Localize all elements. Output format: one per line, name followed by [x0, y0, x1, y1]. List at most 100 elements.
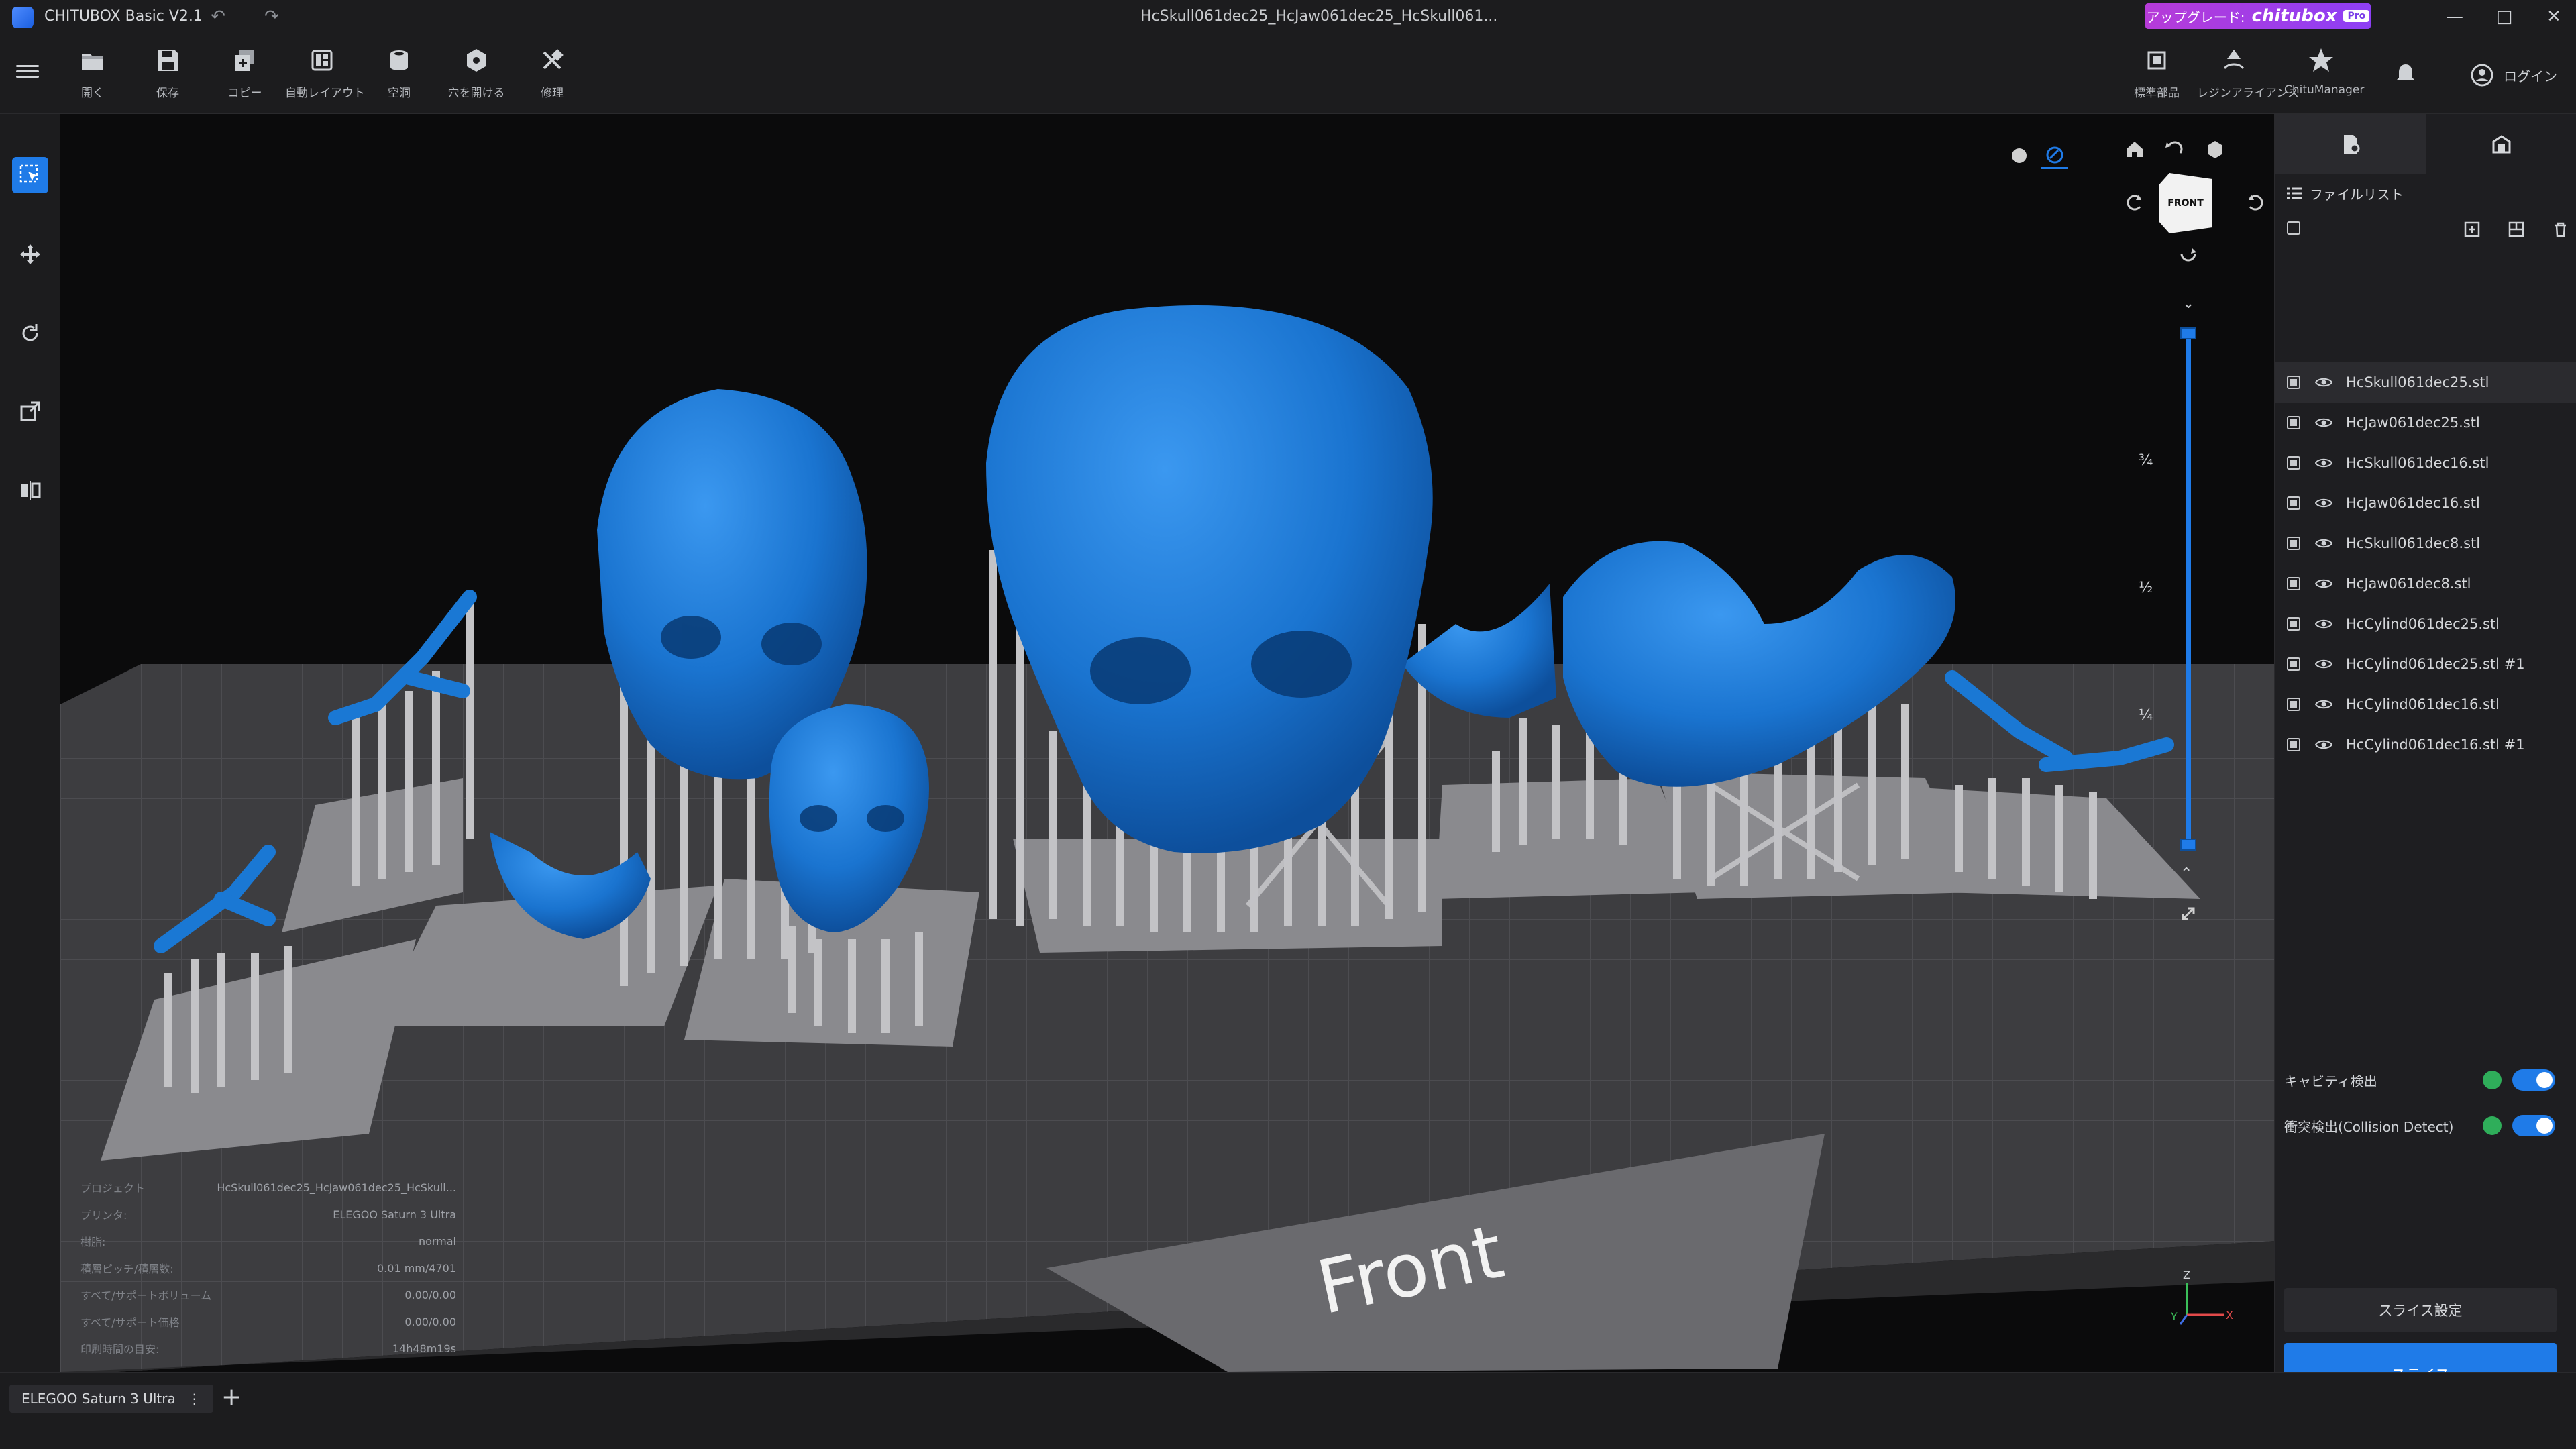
user-icon	[2471, 64, 2493, 87]
render-solid-toggle[interactable]	[2006, 142, 2033, 169]
mirror-tool[interactable]	[12, 472, 48, 508]
slider-swap-button[interactable]	[2178, 903, 2199, 927]
close-button[interactable]: ✕	[2537, 4, 2571, 30]
layer-slider-track[interactable]	[2186, 329, 2191, 845]
redo-icon[interactable]: ↷	[260, 5, 283, 28]
visibility-eye-icon[interactable]	[2315, 739, 2332, 750]
file-row[interactable]: HcSkull061dec16.stl	[2275, 443, 2576, 483]
3d-viewport[interactable]: Front FRONT ⌄ ¾ ½ ¼ ⌃ Z X Y プロジェクト HcSku…	[60, 114, 2274, 1372]
file-row[interactable]: HcCylind061dec16.stl	[2275, 684, 2576, 724]
axis-x-label: X	[2226, 1309, 2233, 1322]
undo-icon[interactable]: ↶	[207, 5, 229, 28]
file-row[interactable]: HcCylind061dec25.stl #1	[2275, 644, 2576, 684]
repair-button[interactable]: 修理	[515, 46, 589, 106]
copy-button[interactable]: コピー	[208, 46, 282, 106]
tab-model-settings[interactable]	[2275, 114, 2426, 174]
visibility-eye-icon[interactable]	[2315, 417, 2332, 428]
menu-icon[interactable]	[16, 62, 39, 79]
select-tool[interactable]	[12, 157, 48, 193]
file-row[interactable]: HcJaw061dec8.stl	[2275, 564, 2576, 604]
resin-alliance-label: レジンアライアンス	[2197, 87, 2299, 100]
file-row[interactable]: HcJaw061dec16.stl	[2275, 483, 2576, 523]
file-checkbox[interactable]	[2287, 456, 2300, 470]
visibility-eye-icon[interactable]	[2315, 578, 2332, 589]
copy-label: コピー	[227, 87, 262, 100]
file-name: HcCylind061dec25.stl #1	[2346, 656, 2525, 672]
rotate-view-ccw[interactable]	[2121, 189, 2148, 216]
file-checkbox[interactable]	[2287, 577, 2300, 590]
home-view-button[interactable]	[2121, 136, 2148, 162]
folder-icon	[82, 54, 103, 70]
slider-expand-icon[interactable]: ⌃	[2180, 865, 2192, 882]
visibility-eye-icon[interactable]	[2315, 659, 2332, 669]
standard-parts-button[interactable]: 標準部品	[2120, 46, 2194, 106]
visibility-eye-icon[interactable]	[2315, 619, 2332, 629]
collision-detect-toggle[interactable]	[2512, 1115, 2555, 1136]
file-row[interactable]: HcJaw061dec25.stl	[2275, 402, 2576, 443]
file-row[interactable]: HcSkull061dec8.stl	[2275, 523, 2576, 564]
printer-tab[interactable]: ELEGOO Saturn 3 Ultra ⋮	[9, 1385, 213, 1413]
cavity-status-icon[interactable]	[2483, 1071, 2502, 1089]
file-checkbox[interactable]	[2287, 376, 2300, 389]
tab-platform[interactable]	[2426, 114, 2576, 174]
resin-alliance-button[interactable]: レジンアライアンス	[2197, 46, 2299, 106]
add-file-icon[interactable]	[2463, 220, 2481, 239]
visibility-eye-icon[interactable]	[2315, 377, 2332, 388]
rotate-down-icon	[2180, 248, 2196, 262]
visibility-eye-icon[interactable]	[2315, 538, 2332, 549]
open-button[interactable]: 開く	[56, 46, 129, 106]
file-row[interactable]: HcCylind061dec16.stl #1	[2275, 724, 2576, 765]
auto-layout-icon	[311, 50, 333, 71]
file-name: HcJaw061dec25.stl	[2346, 415, 2480, 431]
visibility-eye-icon[interactable]	[2315, 498, 2332, 508]
maximize-button[interactable]: □	[2487, 4, 2521, 30]
upgrade-button[interactable]: アップグレード: chitubox Pro	[2145, 3, 2371, 29]
file-row[interactable]: HcSkull061dec25.stl	[2275, 362, 2576, 402]
notification-bell-icon[interactable]	[2392, 60, 2419, 87]
file-checkbox[interactable]	[2287, 537, 2300, 550]
file-checkbox[interactable]	[2287, 617, 2300, 631]
visibility-eye-icon[interactable]	[2315, 699, 2332, 710]
file-row[interactable]: HcCylind061dec25.stl	[2275, 604, 2576, 644]
drill-hole-button[interactable]: 穴を開ける	[439, 46, 513, 106]
rotate-tool[interactable]	[12, 315, 48, 352]
file-list-controls	[2275, 208, 2576, 248]
save-label: 保存	[156, 87, 179, 100]
save-button[interactable]: 保存	[131, 46, 205, 106]
render-xray-toggle[interactable]	[2041, 142, 2068, 169]
file-checkbox[interactable]	[2287, 698, 2300, 711]
move-tool[interactable]	[12, 236, 48, 272]
trash-icon[interactable]	[2551, 220, 2570, 239]
layout-icon[interactable]	[2507, 220, 2526, 239]
hollow-button[interactable]: 空洞	[362, 46, 436, 106]
chitumanager-button[interactable]: ChituManager	[2284, 46, 2364, 106]
cube-icon	[2208, 141, 2222, 158]
file-checkbox[interactable]	[2287, 657, 2300, 671]
add-printer-tab-button[interactable]: +	[221, 1383, 241, 1411]
app-logo-icon	[12, 7, 34, 28]
minimize-button[interactable]: —	[2438, 4, 2471, 30]
collision-status-icon[interactable]	[2483, 1116, 2502, 1135]
file-checkbox[interactable]	[2287, 416, 2300, 429]
cavity-detect-toggle[interactable]	[2512, 1069, 2555, 1091]
layer-slider-top-handle[interactable]	[2180, 327, 2196, 339]
select-all-checkbox[interactable]	[2287, 221, 2300, 235]
file-name: HcSkull061dec16.stl	[2346, 455, 2489, 471]
layer-slider-bottom-handle[interactable]	[2180, 839, 2196, 851]
view-cube[interactable]: FRONT	[2159, 173, 2212, 233]
printer-tab-more-icon[interactable]: ⋮	[188, 1391, 201, 1407]
file-checkbox[interactable]	[2287, 496, 2300, 510]
auto-layout-button[interactable]: 自動レイアウト	[285, 46, 365, 106]
slider-collapse-icon[interactable]: ⌄	[2182, 295, 2194, 312]
scale-icon	[20, 401, 40, 421]
login-button[interactable]: ログイン	[2470, 63, 2557, 87]
rotate-view-cw[interactable]	[2242, 189, 2269, 216]
rotate-view-left[interactable]	[2161, 136, 2188, 162]
drill-hole-icon	[467, 49, 486, 72]
slice-settings-button[interactable]: スライス設定	[2284, 1288, 2557, 1332]
visibility-eye-icon[interactable]	[2315, 458, 2332, 468]
file-checkbox[interactable]	[2287, 738, 2300, 751]
scale-tool[interactable]	[12, 393, 48, 429]
rotate-view-down[interactable]	[2175, 237, 2202, 264]
perspective-toggle[interactable]	[2202, 136, 2229, 162]
